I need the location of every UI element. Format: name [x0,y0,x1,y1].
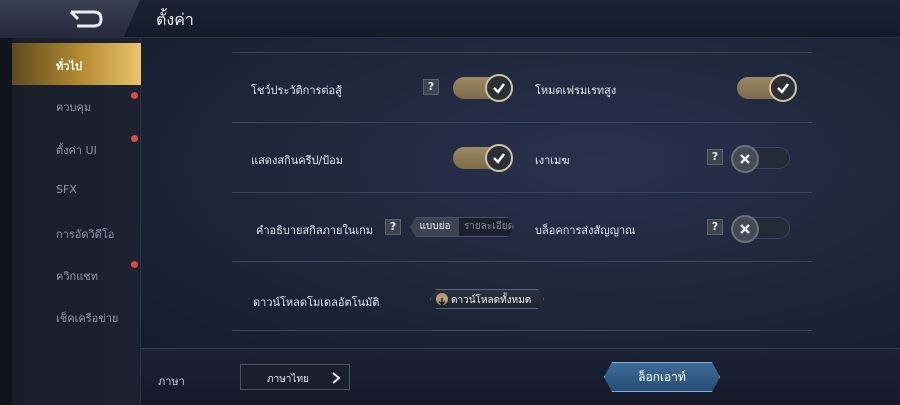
block-signal-label: บล็อคการส่งสัญญาณ [535,224,636,237]
creep-skin-label: แสดงสกินครีป/ป้อม [251,154,344,167]
sidebar-item-video-recording[interactable]: การอัดวิดีโอ [12,211,141,253]
sidebar-item-label: SFX [56,183,77,196]
sidebar-item-label: ทั่วไป [56,60,82,73]
chevron-right-icon [332,372,341,384]
battle-history-toggle[interactable] [453,74,513,102]
back-arrow-icon [69,10,103,28]
check-icon [485,74,513,102]
back-button[interactable] [0,0,140,38]
sidebar-item-label: การอัดวิดีโอ [56,228,115,241]
sidebar-item-label: ควิกแชท [56,270,99,283]
page-title: ตั้งค่า [156,10,194,29]
sidebar-item-label: เช็คเครือข่าย [56,312,119,325]
logout-button[interactable]: ล็อกเอาท์ [604,362,720,392]
language-label: ภาษา [158,375,185,388]
close-icon [731,145,759,173]
download-all-label: ดาวน์โหลดทั้งหมด [451,295,532,306]
sidebar-item-label: ควบคุม [56,101,92,114]
sidebar-item-ui-settings[interactable]: ตั้งค่า UI [12,127,141,169]
check-icon [769,74,797,102]
check-icon [485,144,513,172]
download-icon [436,293,448,305]
high-fps-toggle[interactable] [737,74,797,102]
cloud-shadow-help-button[interactable]: ? [707,149,723,165]
skill-description-help-button[interactable]: ? [385,219,401,235]
cloud-shadow-toggle[interactable] [731,145,790,173]
notification-badge [131,261,138,268]
sidebar-item-general[interactable]: ทั่วไป [12,43,141,85]
sidebar-edge [0,38,12,405]
close-icon [731,215,759,243]
high-fps-label: โหมดเฟรมเรทสูง [535,84,617,97]
language-value: ภาษาไทย [267,374,309,385]
divider [232,261,812,262]
sidebar-item-controls[interactable]: ควบคุม [12,84,141,126]
battle-history-help-button[interactable]: ? [423,79,439,95]
notification-badge [131,135,138,142]
battle-history-label: โชว์ประวัติการต่อสู้ [251,84,342,97]
divider [232,192,812,193]
option-brief[interactable]: แบบย่อ [411,218,459,236]
auto-download-label: ดาวน์โหลดโมเดลอัตโนมัติ [253,296,380,309]
sidebar-item-label: ตั้งค่า UI [56,144,97,157]
block-signal-toggle[interactable] [731,215,790,243]
block-signal-help-button[interactable]: ? [707,219,723,235]
skill-description-label: คำอธิบายสกิลภายในเกม [256,224,374,237]
creep-skin-toggle[interactable] [453,144,513,172]
option-detailed[interactable]: รายละเอียด [463,218,515,236]
language-select[interactable]: ภาษาไทย [240,364,350,390]
notification-badge [131,92,138,99]
divider [232,330,812,331]
divider [232,122,812,123]
sidebar-item-quick-chat[interactable]: ควิกแชท [12,253,141,295]
sidebar-item-network-check[interactable]: เช็คเครือข่าย [12,295,141,337]
download-all-button[interactable]: ดาวน์โหลดทั้งหมด [430,289,544,309]
sidebar-item-sfx[interactable]: SFX [12,169,141,211]
cloud-shadow-label: เงาเมฆ [535,154,570,167]
skill-description-switch: แบบย่อ รายละเอียด [410,217,514,237]
divider [232,52,812,53]
